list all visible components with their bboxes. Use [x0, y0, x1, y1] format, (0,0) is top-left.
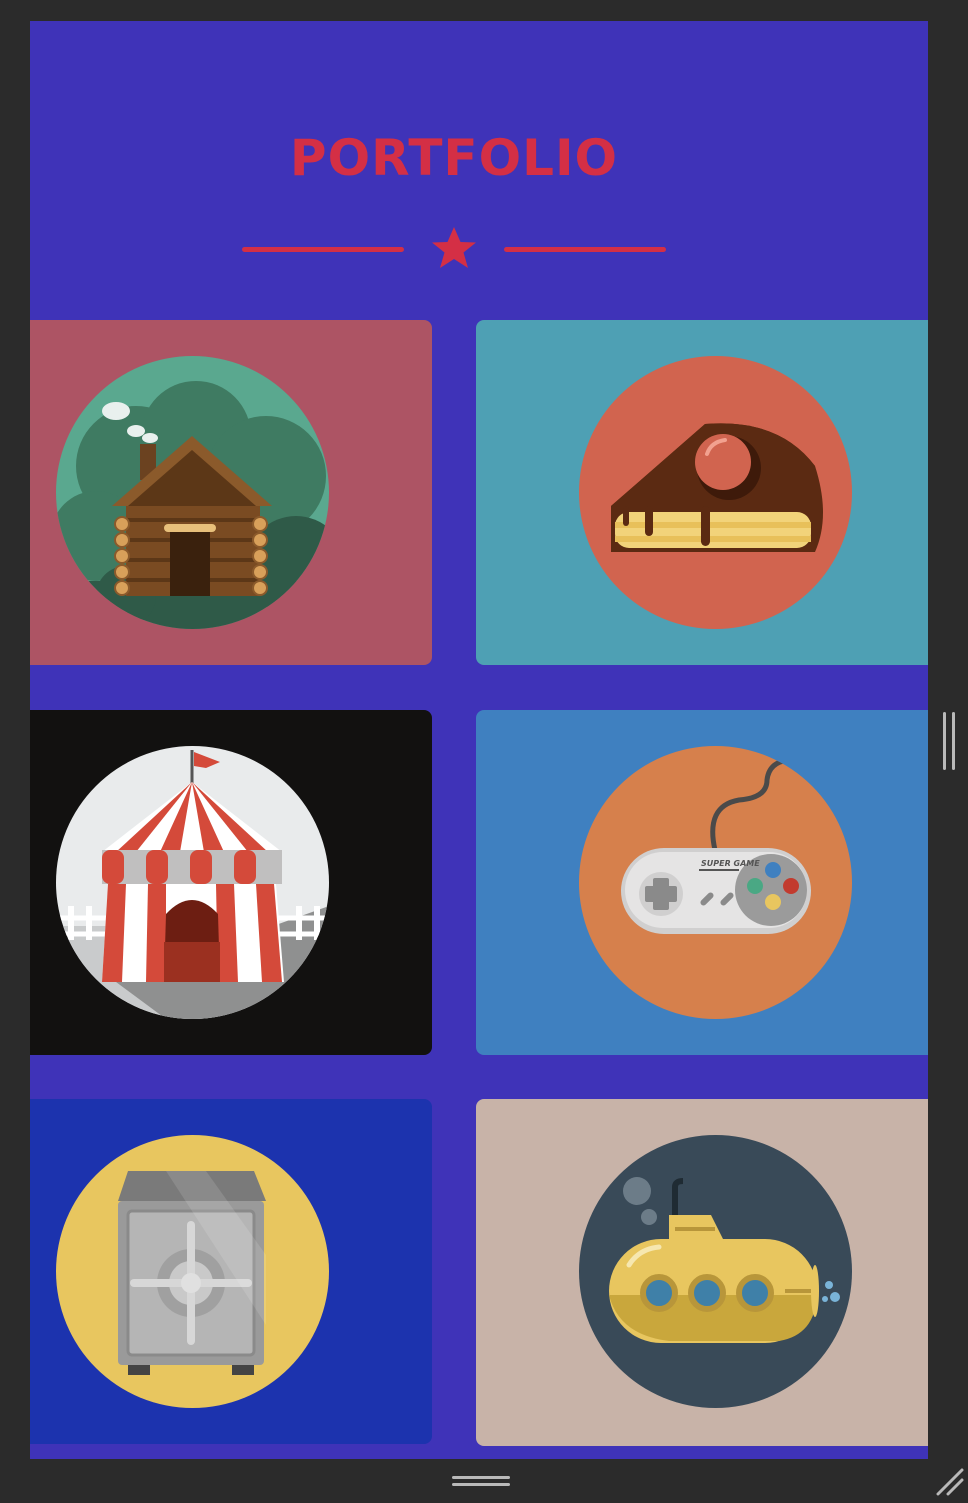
portfolio-card-submarine[interactable]: [476, 1099, 928, 1446]
bottom-drag-handle[interactable]: [450, 1472, 512, 1490]
page-title: PORTFOLIO: [289, 129, 619, 187]
scrollbar-handle[interactable]: [940, 712, 958, 770]
cake-slice-icon: [579, 356, 852, 629]
portfolio-card-cake-slice[interactable]: [476, 320, 928, 665]
portfolio-card-log-cabin[interactable]: [30, 320, 432, 665]
game-controller-icon: SUPER GAME: [579, 746, 852, 1019]
resize-grip-icon[interactable]: [934, 1466, 964, 1496]
controller-label: SUPER GAME: [701, 859, 760, 868]
safe-icon: [56, 1135, 329, 1408]
submarine-icon: [579, 1135, 852, 1408]
title-divider: [242, 227, 666, 268]
circus-tent-icon: [56, 746, 329, 1019]
portfolio-card-game-controller[interactable]: SUPER GAME: [476, 710, 928, 1055]
portfolio-card-safe[interactable]: [30, 1099, 432, 1444]
portfolio-frame: PORTFOLIO SUPER GAME: [30, 21, 928, 1459]
portfolio-card-circus-tent[interactable]: [30, 710, 432, 1055]
star-icon: [432, 227, 476, 268]
log-cabin-icon: [56, 356, 329, 629]
